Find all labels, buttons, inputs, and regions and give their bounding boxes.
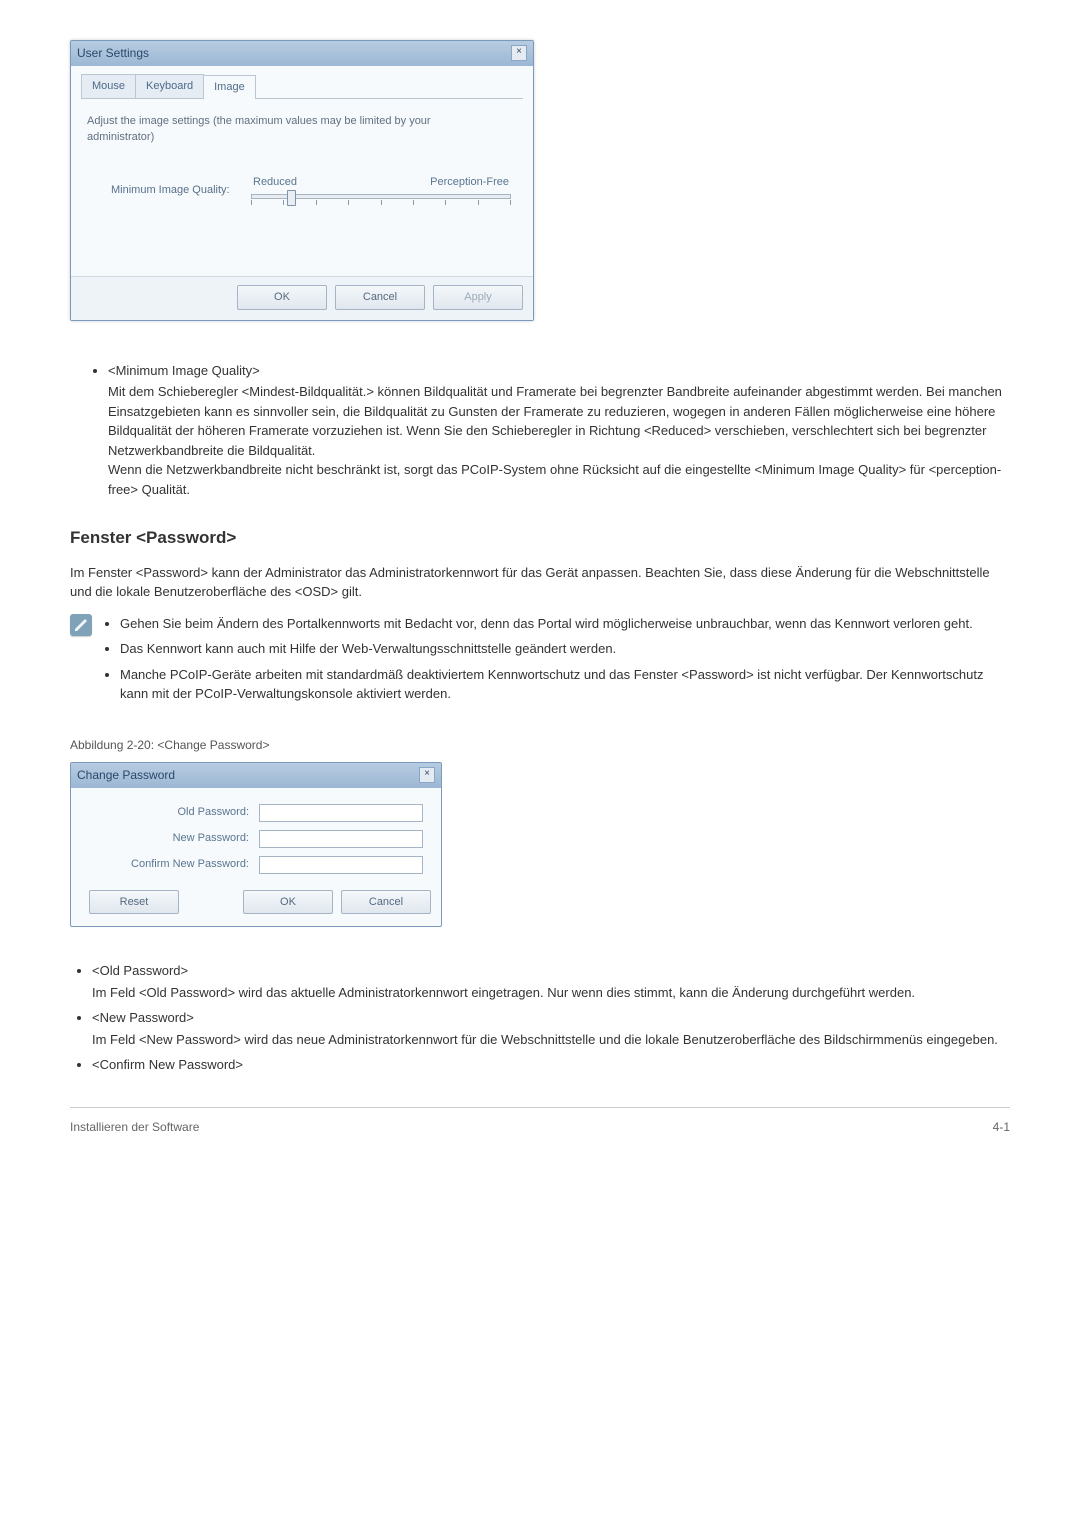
dialog-button-row: OK Cancel Apply <box>71 276 533 320</box>
dialog-title: Change Password <box>77 766 175 784</box>
confirm-password-input[interactable] <box>259 856 423 874</box>
bullet-body: Im Feld <New Password> wird das neue Adm… <box>92 1032 998 1047</box>
image-quality-bullets: <Minimum Image Quality> Mit dem Schieber… <box>70 361 1010 500</box>
footer-divider <box>70 1107 1010 1108</box>
tab-image[interactable]: Image <box>203 75 256 99</box>
dialog-body: Mouse Keyboard Image Adjust the image se… <box>71 66 533 276</box>
list-item: Manche PCoIP-Geräte arbeiten mit standar… <box>120 665 1010 704</box>
change-password-dialog: Change Password × Old Password: New Pass… <box>70 762 442 928</box>
list-item: <Minimum Image Quality> Mit dem Schieber… <box>108 361 1010 500</box>
slider-container: Reduced Perception-Free <box>251 174 511 207</box>
callout-list: Gehen Sie beim Ändern des Portalkennwort… <box>102 614 1010 710</box>
slider-min-label: Reduced <box>253 174 297 191</box>
bullet-title: <New Password> <box>92 1008 1010 1028</box>
form-row-confirm-password: Confirm New Password: <box>77 852 435 878</box>
slider-row: Minimum Image Quality: Reduced Perceptio… <box>81 174 523 267</box>
section-heading: Fenster <Password> <box>70 525 1010 551</box>
dialog-button-row: Reset OK Cancel <box>71 882 441 927</box>
cancel-button[interactable]: Cancel <box>341 890 431 915</box>
note-callout: Gehen Sie beim Ändern des Portalkennwort… <box>70 614 1010 710</box>
bullet-body: Im Feld <Old Password> wird das aktuelle… <box>92 985 915 1000</box>
new-password-input[interactable] <box>259 830 423 848</box>
old-password-label: Old Password: <box>89 804 259 821</box>
bullet-title: <Old Password> <box>92 961 1010 981</box>
list-item: <Confirm New Password> <box>92 1055 1010 1075</box>
dialog-title: User Settings <box>77 44 149 62</box>
new-password-label: New Password: <box>89 830 259 847</box>
user-settings-dialog: User Settings × Mouse Keyboard Image Adj… <box>70 40 534 321</box>
list-item: <Old Password> Im Feld <Old Password> wi… <box>92 961 1010 1002</box>
bullet-body: Wenn die Netzwerkbandbreite nicht beschr… <box>108 462 1001 497</box>
dialog-titlebar: Change Password × <box>71 763 441 788</box>
bullet-title: <Confirm New Password> <box>92 1055 1010 1075</box>
footer-right: 4-1 <box>993 1118 1010 1136</box>
tab-keyboard[interactable]: Keyboard <box>135 74 204 98</box>
bullet-body: Mit dem Schieberegler <Mindest-Bildquali… <box>108 384 1002 458</box>
section-intro: Im Fenster <Password> kann der Administr… <box>70 563 1010 602</box>
image-quality-slider[interactable] <box>251 192 511 206</box>
slider-thumb[interactable] <box>287 190 296 206</box>
slider-max-label: Perception-Free <box>430 174 509 191</box>
ok-button[interactable]: OK <box>243 890 333 915</box>
confirm-password-label: Confirm New Password: <box>89 856 259 873</box>
apply-button[interactable]: Apply <box>433 285 523 310</box>
close-icon[interactable]: × <box>511 45 527 61</box>
page-footer: Installieren der Software 4-1 <box>70 1118 1010 1136</box>
bullet-title: <Minimum Image Quality> <box>108 361 1010 381</box>
tab-strip: Mouse Keyboard Image <box>81 74 523 99</box>
slider-label: Minimum Image Quality: <box>111 182 251 199</box>
cancel-button[interactable]: Cancel <box>335 285 425 310</box>
old-password-input[interactable] <box>259 804 423 822</box>
reset-button[interactable]: Reset <box>89 890 179 915</box>
list-item: Das Kennwort kann auch mit Hilfe der Web… <box>120 639 1010 659</box>
password-field-bullets: <Old Password> Im Feld <Old Password> wi… <box>70 961 1010 1075</box>
settings-note: Adjust the image settings (the maximum v… <box>87 113 487 146</box>
dialog-titlebar: User Settings × <box>71 41 533 66</box>
tab-mouse[interactable]: Mouse <box>81 74 136 98</box>
list-item: Gehen Sie beim Ändern des Portalkennwort… <box>120 614 1010 634</box>
form-row-old-password: Old Password: <box>77 800 435 826</box>
list-item: <New Password> Im Feld <New Password> wi… <box>92 1008 1010 1049</box>
ok-button[interactable]: OK <box>237 285 327 310</box>
close-icon[interactable]: × <box>419 767 435 783</box>
dialog-body: Old Password: New Password: Confirm New … <box>71 788 441 882</box>
footer-left: Installieren der Software <box>70 1118 199 1136</box>
figure-caption: Abbildung 2-20: <Change Password> <box>70 736 1010 754</box>
note-icon <box>70 614 92 636</box>
form-row-new-password: New Password: <box>77 826 435 852</box>
